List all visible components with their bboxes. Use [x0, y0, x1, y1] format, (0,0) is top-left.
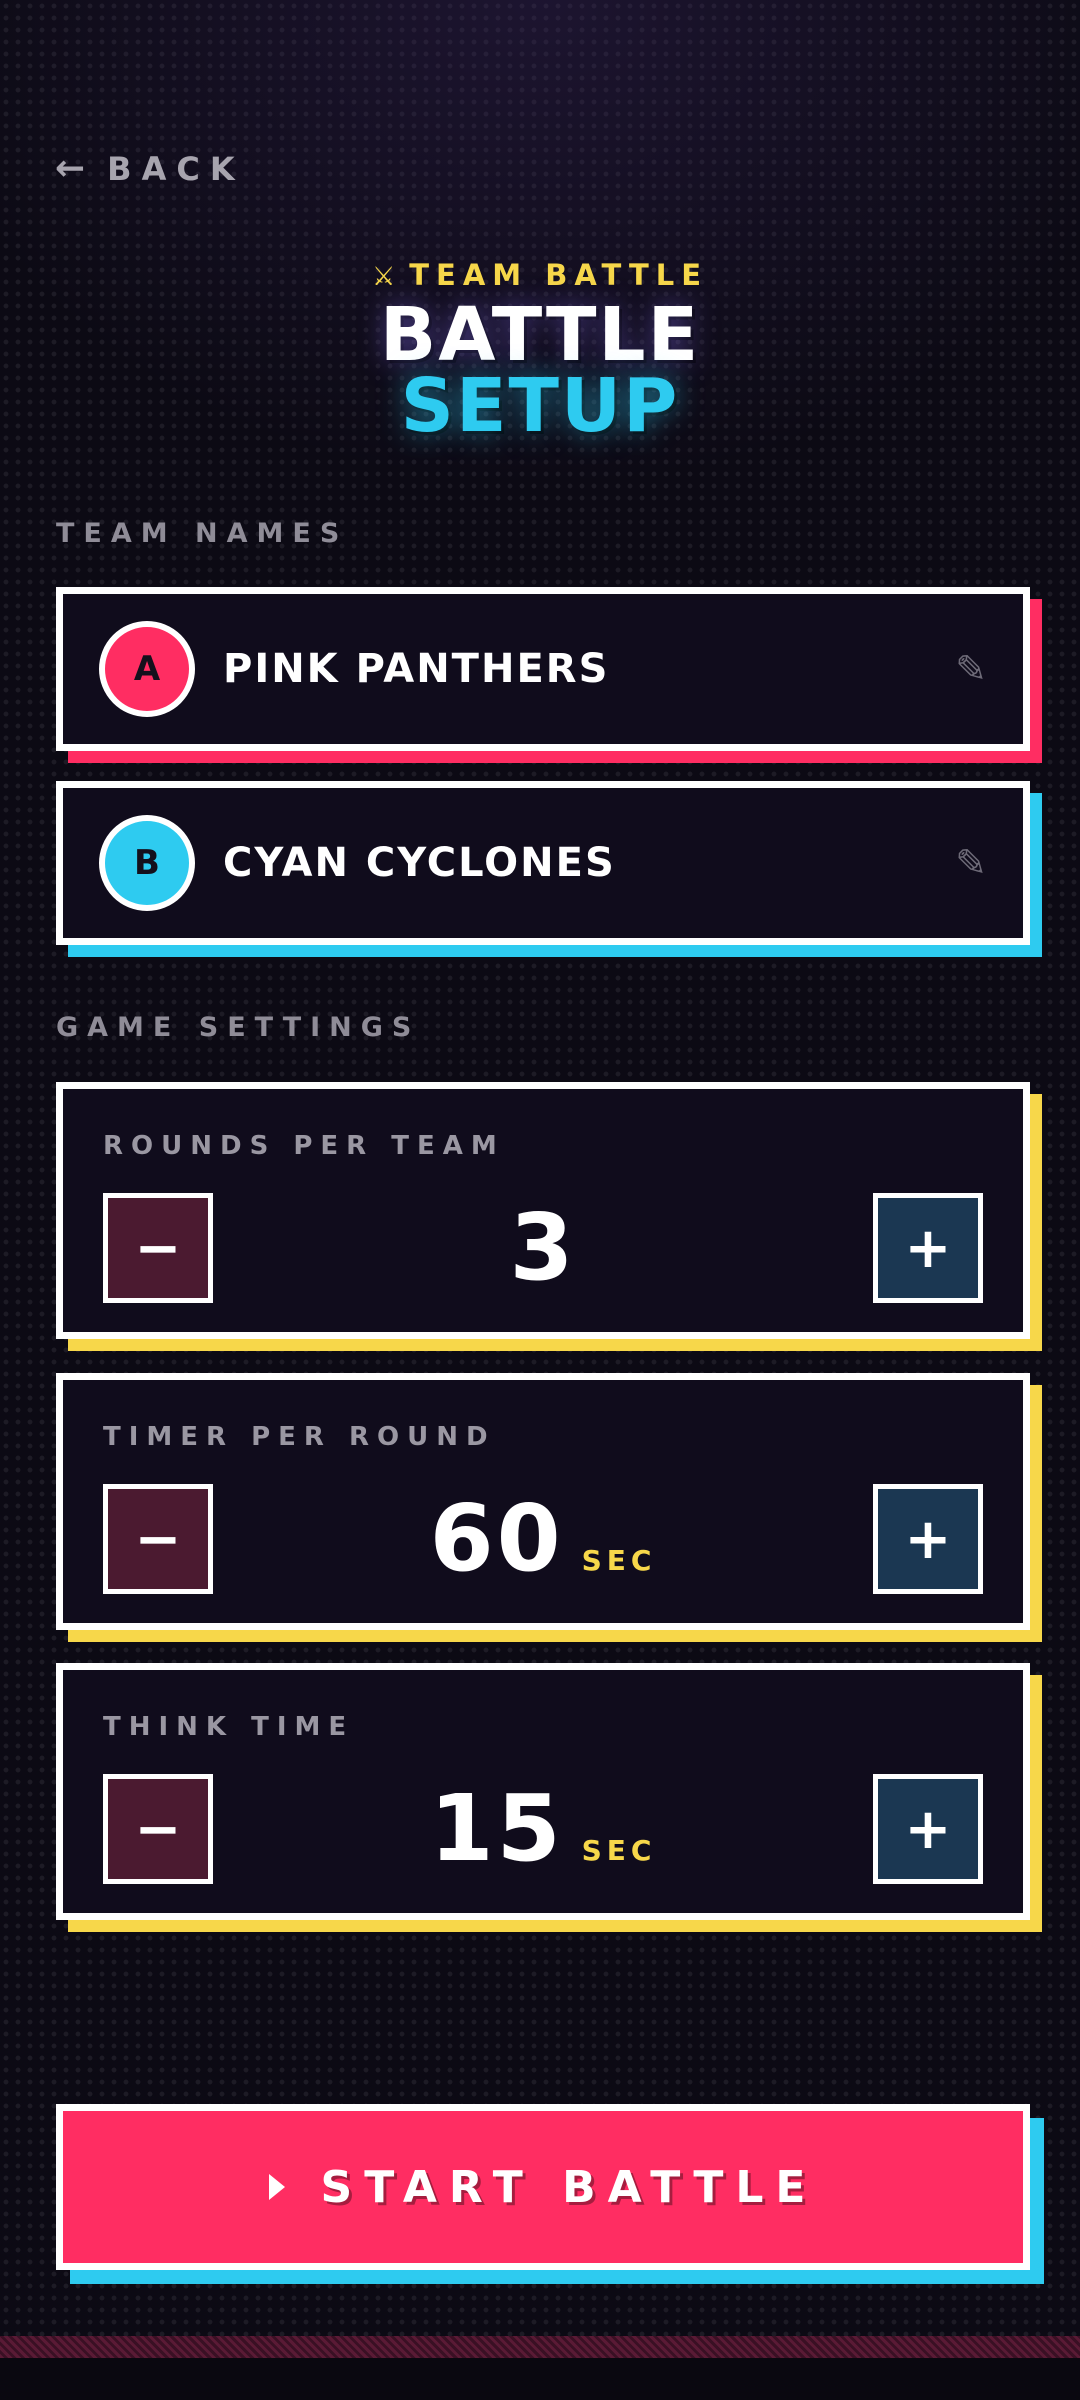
bottom-bar — [0, 2358, 1080, 2400]
team-badge-a: A — [99, 621, 195, 717]
setting-label: THINK TIME — [103, 1712, 355, 1742]
game-settings-section-label: GAME SETTINGS — [56, 1012, 421, 1043]
pencil-icon[interactable]: ✎ — [955, 647, 987, 691]
setting-label: ROUNDS PER TEAM — [103, 1131, 505, 1161]
team-badge-b: B — [99, 815, 195, 911]
setting-value-unit: SEC — [581, 1544, 657, 1577]
page-title: BATTLE SETUP — [0, 292, 1080, 450]
team-card-b[interactable]: B CYAN CYCLONES ✎ — [56, 781, 1030, 945]
setting-label: TIMER PER ROUND — [103, 1422, 496, 1452]
crossed-swords-icon: ⚔ — [371, 262, 396, 292]
battle-setup-screen: ← BACK ⚔ TEAM BATTLE BATTLE SETUP TEAM NA… — [0, 0, 1080, 2400]
setting-value-number: 60 — [429, 1485, 564, 1592]
increase-timer-button[interactable]: + — [873, 1484, 983, 1594]
setting-value-number: 15 — [429, 1775, 564, 1882]
decrease-think-time-button[interactable]: − — [103, 1774, 213, 1884]
setting-rounds-per-team: ROUNDS PER TEAM 3 − + — [56, 1082, 1030, 1339]
team-names-section-label: TEAM NAMES — [56, 518, 349, 549]
pencil-icon[interactable]: ✎ — [955, 841, 987, 885]
back-label: BACK — [107, 150, 245, 188]
setting-value-unit: SEC — [581, 1834, 657, 1867]
start-battle-button[interactable]: START BATTLE — [56, 2104, 1030, 2270]
back-arrow-icon: ← — [55, 148, 86, 189]
decrease-rounds-button[interactable]: − — [103, 1193, 213, 1303]
bottom-stripe — [0, 2336, 1080, 2358]
decrease-timer-button[interactable]: − — [103, 1484, 213, 1594]
mode-tag: ⚔ TEAM BATTLE — [0, 258, 1080, 292]
team-name-b[interactable]: CYAN CYCLONES — [223, 840, 955, 886]
team-card-a[interactable]: A PINK PANTHERS ✎ — [56, 587, 1030, 751]
team-name-a[interactable]: PINK PANTHERS — [223, 646, 955, 692]
increase-rounds-button[interactable]: + — [873, 1193, 983, 1303]
setting-think-time: THINK TIME 15 SEC − + — [56, 1663, 1030, 1920]
mode-label: TEAM BATTLE — [409, 258, 709, 292]
page-title-line2: SETUP — [400, 363, 680, 450]
page-title-line1: BATTLE — [379, 292, 701, 378]
start-battle-label: START BATTLE — [320, 2161, 818, 2213]
back-button[interactable]: ← BACK — [55, 150, 245, 188]
setting-timer-per-round: TIMER PER ROUND 60 SEC − + — [56, 1373, 1030, 1630]
increase-think-time-button[interactable]: + — [873, 1774, 983, 1884]
play-icon — [268, 2174, 285, 2200]
setting-value-number: 3 — [509, 1194, 577, 1301]
